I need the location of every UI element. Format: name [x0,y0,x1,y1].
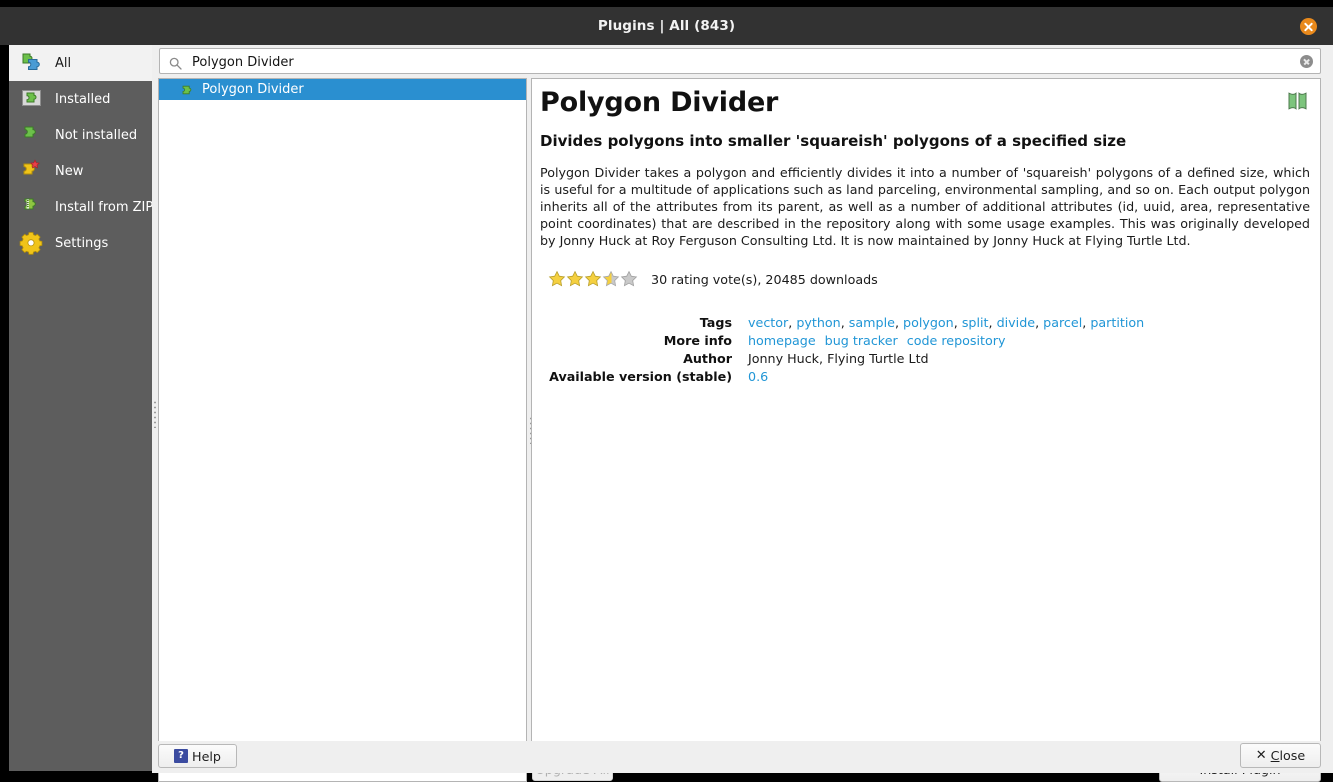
star-icon-5 [620,270,638,288]
search-box[interactable] [159,48,1321,75]
question-mark-icon: ? [174,749,189,763]
help-button[interactable]: ? Help [158,744,237,768]
tag-link[interactable]: divide [997,315,1035,330]
more-info-value: homepage bug tracker code repository [748,331,1300,349]
sidebar-splitter[interactable] [154,400,156,428]
plugin-manager-window: Plugins | All (843) All Installed Not in… [0,0,1333,782]
window-close-button[interactable] [1300,18,1317,35]
plugin-list[interactable]: Polygon Divider [158,78,527,782]
tag-link[interactable]: vector [748,315,788,330]
sidebar-item-not-installed[interactable]: Not installed [9,117,152,153]
help-button-label: Help [192,748,221,764]
tag-link[interactable]: partition [1090,315,1144,330]
author-value: Jonny Huck, Flying Turtle Ltd [748,350,929,366]
tag-link[interactable]: split [962,315,989,330]
list-item-label: Polygon Divider [202,82,304,97]
bottom-bar: ? Help ✕ Close [152,741,1333,773]
tag-link[interactable]: parcel [1043,315,1082,330]
rating-stars [548,270,638,288]
plugin-summary: Divides polygons into smaller 'squareish… [540,132,1127,150]
plugin-metadata-table: Tags vector, python, sample, polygon, sp… [540,313,1300,385]
tag-link[interactable]: python [796,315,840,330]
puzzle-zip-icon [19,193,47,221]
list-item[interactable]: Polygon Divider [159,79,526,100]
sidebar-item-label: Install from ZIP [55,199,154,215]
gear-icon [19,229,47,257]
bug-tracker-link[interactable]: bug tracker [825,333,898,348]
tag-link[interactable]: polygon [903,315,954,330]
star-icon-4 [602,270,620,288]
table-row: Available version (stable) 0.6 [540,367,1300,385]
author-label: Author [683,350,732,366]
sidebar-item-settings[interactable]: Settings [9,225,152,261]
homepage-link[interactable]: homepage [748,333,816,348]
table-row: More info homepage bug tracker code reposi… [540,331,1300,349]
version-label: Available version (stable) [549,368,732,384]
rating-text: 30 rating vote(s), 20485 downloads [651,271,878,287]
puzzle-new-star-icon [19,157,47,185]
star-icon-3 [584,270,602,288]
tags-label: Tags [699,314,732,330]
main-panel: Polygon Divider Polygon Divider Divides … [152,45,1333,782]
close-label-mnemonic: C [1270,748,1280,763]
close-button[interactable]: ✕ Close [1240,743,1321,768]
tag-link[interactable]: sample [849,315,895,330]
sidebar-item-installed[interactable]: Installed [9,81,152,117]
puzzle-green-icon [181,83,195,97]
close-label-rest: lose [1279,748,1306,763]
sidebar-item-label: Settings [55,235,109,251]
table-row: Tags vector, python, sample, polygon, sp… [540,313,1300,331]
search-row [159,48,1321,75]
sidebar-item-label: New [55,163,84,179]
code-repository-link[interactable]: code repository [907,333,1006,348]
tags-value: vector, python, sample, polygon, split, … [748,314,1145,330]
x-icon: ✕ [1255,748,1267,763]
puzzle-installed-icon [19,85,47,113]
sidebar-item-label: Not installed [55,127,138,143]
version-link[interactable]: 0.6 [748,369,768,384]
sidebar-item-all[interactable]: All [9,45,152,81]
close-button-label: Close [1271,748,1306,763]
star-icon-2 [566,270,584,288]
clear-icon[interactable] [1300,55,1313,68]
sidebar-item-label: All [55,55,72,71]
version-value: 0.6 [748,367,1300,385]
rating-row: 30 rating vote(s), 20485 downloads [540,269,1312,289]
more-info-label: More info [663,332,732,348]
plugin-detail-pane: Polygon Divider Divides polygons into sm… [531,78,1321,748]
titlebar: Plugins | All (843) [0,7,1333,45]
sidebar-item-new[interactable]: New [9,153,152,189]
plugin-detail-content: Polygon Divider Divides polygons into sm… [540,86,1312,385]
sidebar-item-label: Installed [55,91,111,107]
sidebar-item-install-from-zip[interactable]: Install from ZIP [9,189,154,225]
puzzle-all-icon [19,49,47,77]
star-icon-1 [548,270,566,288]
table-row: Author Jonny Huck, Flying Turtle Ltd [540,349,1300,367]
window-title: Plugins | All (843) [597,18,736,34]
sidebar: All Installed Not installed New Install … [9,45,154,771]
search-icon [169,55,182,70]
puzzle-green-icon [19,121,47,149]
page-title: Polygon Divider [540,87,779,118]
plugin-description: Polygon Divider takes a polygon and effi… [540,165,1310,248]
search-input[interactable] [190,49,1284,75]
